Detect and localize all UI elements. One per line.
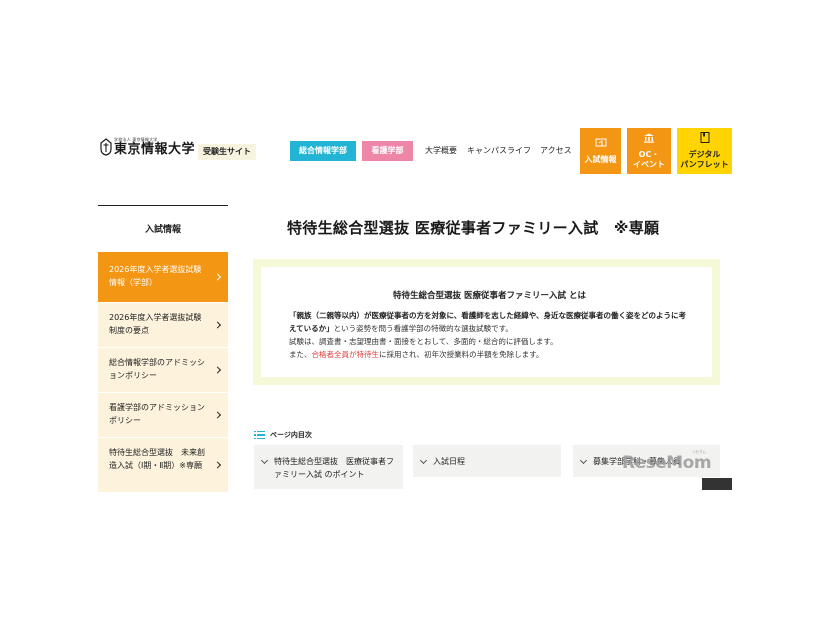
digital-pamphlet-tile[interactable]: デジタル パンフレット (677, 128, 732, 174)
open-campus-tile[interactable]: OC・ イベント (627, 128, 671, 174)
toc-link-schedule[interactable]: 入試日程 (413, 445, 561, 477)
sidebar-item-label: 2026年度入学者選抜試験情報（学部） (109, 265, 202, 288)
sidebar-item-future-creation-exam[interactable]: 特待生総合型選抜 未来創造入試（Ⅰ期・Ⅱ期）※専願 (98, 438, 228, 492)
sidebar-menu: 2026年度入学者選抜試験情報（学部） 2026年度入学者選抜試験制度の要点 総… (98, 252, 228, 493)
chevron-right-icon (213, 321, 222, 329)
nav-faculty-informatics-button[interactable]: 総合情報学部 (290, 141, 356, 161)
nav-link-access[interactable]: アクセス (540, 141, 572, 161)
sidebar-divider (98, 205, 228, 206)
sidebar-item-2026-admission-info[interactable]: 2026年度入学者選抜試験情報（学部） (98, 252, 228, 302)
open-campus-label-1: OC・ (638, 149, 660, 159)
chevron-right-icon (213, 273, 222, 281)
toc-link-label: 入試日程 (433, 457, 465, 466)
page-toc-label: ページ内目次 (254, 430, 312, 440)
sidebar-item-2026-system-points[interactable]: 2026年度入学者選抜試験制度の要点 (98, 303, 228, 347)
intro-paragraph-2: 試験は、調査書・志望理由書・面接をとおして、多面的・総合的に評価します。 (289, 336, 558, 346)
back-to-top-button[interactable] (702, 478, 732, 490)
logo-name: 東京情報大学 (114, 142, 196, 157)
sidebar-item-label: 看護学部のアドミッションポリシー (109, 403, 205, 426)
sidebar-title: 入試情報 (144, 225, 181, 235)
building-icon (643, 133, 655, 146)
intro-text: また、 (289, 349, 312, 359)
chevron-right-icon (213, 461, 222, 469)
crest-icon (100, 138, 112, 156)
chevron-down-icon (419, 456, 428, 465)
nav-link-about[interactable]: 大学概要 (425, 141, 457, 161)
admissions-info-tile[interactable]: 入試情報 (580, 128, 621, 174)
intro-heading: 特待生総合型選抜 医療従事者ファミリー入試 とは (393, 291, 586, 301)
nav-link-campus-life[interactable]: キャンパスライフ (467, 141, 531, 161)
intro-text: という姿勢を問う看護学部の特徴的な選抜試験です。 (333, 323, 513, 333)
resemom-watermark: ReseMom (622, 453, 712, 473)
page-toc-title: ページ内目次 (270, 431, 312, 439)
list-icon (254, 430, 265, 440)
scholarship-highlight: 合格者全員が特待生 (311, 349, 380, 359)
pointer-hand-icon (595, 138, 607, 151)
sidebar-item-nursing-admission-policy[interactable]: 看護学部のアドミッションポリシー (98, 393, 228, 437)
book-icon (700, 132, 710, 146)
exam-site-badge[interactable]: 受験生サイト (198, 144, 256, 160)
chevron-right-icon (213, 366, 222, 374)
digital-pamphlet-label-2: パンフレット (680, 160, 729, 169)
sidebar-item-label: 総合情報学部のアドミッションポリシー (109, 358, 205, 381)
sidebar-item-label: 2026年度入学者選抜試験制度の要点 (109, 313, 202, 336)
admissions-info-label: 入試情報 (584, 154, 617, 164)
toc-link-points[interactable]: 特待生総合型選抜 医療従事者ファミリー入試 のポイント (254, 445, 403, 489)
chevron-down-icon (260, 456, 269, 465)
chevron-down-icon (579, 456, 588, 465)
page-title: 特待生総合型選抜 医療従事者ファミリー入試 ※専願 (287, 219, 660, 237)
digital-pamphlet-label-1: デジタル (688, 150, 721, 159)
nav-faculty-nursing-button[interactable]: 看護学部 (362, 141, 413, 161)
university-logo[interactable]: 学校法人 東京情報大学 東京情報大学 (100, 138, 195, 156)
intro-text: に採用され、初年次授業料の半額を免除します。 (379, 349, 544, 359)
intro-paragraph-1: 「親族（二親等以内）が医療従事者の方を対象に、看護師を志した経緯や、身近な医療従… (289, 310, 690, 336)
intro-paragraph-3: また、合格者全員が特待生に採用され、初年次授業料の半額を免除します。 (289, 349, 690, 362)
sidebar-item-label: 特待生総合型選抜 未来創造入試（Ⅰ期・Ⅱ期）※専願 (109, 448, 205, 471)
chevron-right-icon (213, 411, 222, 419)
open-campus-label-2: イベント (633, 159, 665, 169)
sidebar-item-informatics-admission-policy[interactable]: 総合情報学部のアドミッションポリシー (98, 348, 228, 392)
resemom-watermark-kana: リセマム (692, 450, 706, 454)
intro-box: 特待生総合型選抜 医療従事者ファミリー入試 とは 「親族（二親等以内）が医療従事… (253, 259, 720, 385)
toc-link-label: 特待生総合型選抜 医療従事者ファミリー入試 のポイント (274, 457, 394, 479)
